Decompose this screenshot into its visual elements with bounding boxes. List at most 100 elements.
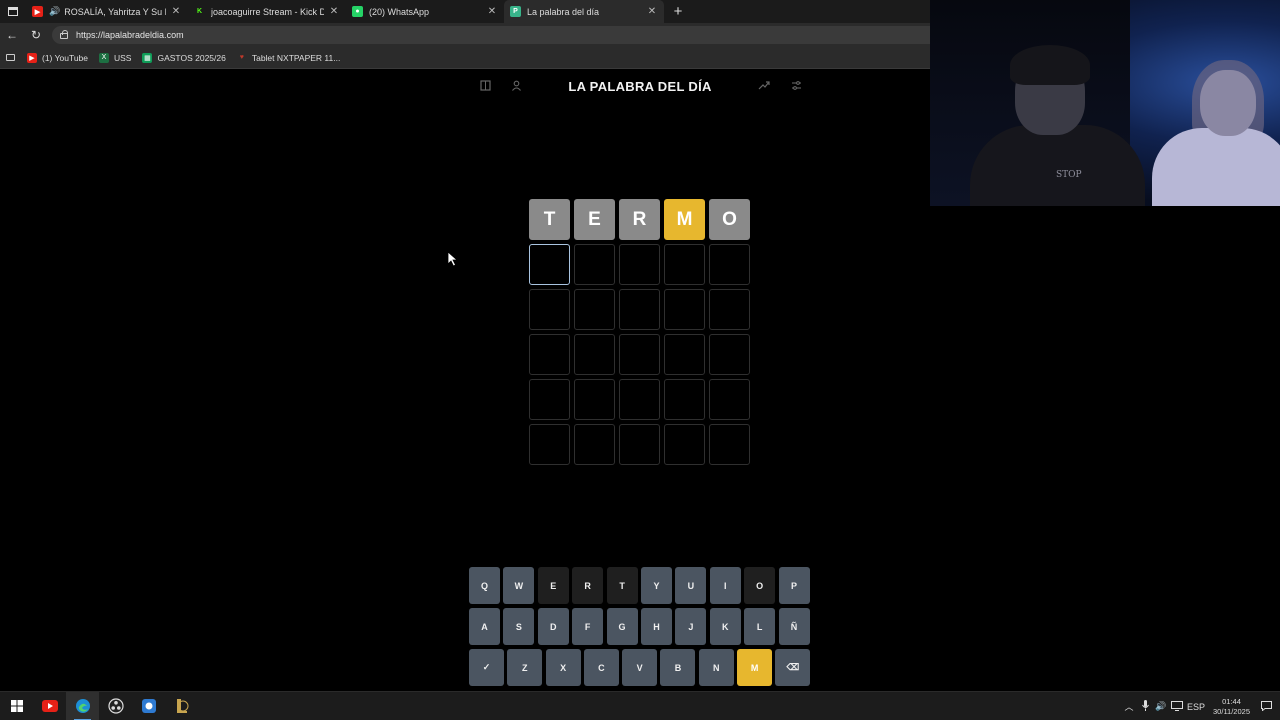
key-q[interactable]: Q (469, 567, 500, 604)
board-tile[interactable] (709, 244, 750, 285)
key-t[interactable]: T (606, 567, 638, 604)
url-field[interactable]: https://lapalabradeldia.com (52, 26, 930, 44)
key-h[interactable]: H (640, 608, 672, 645)
key-r[interactable]: R (572, 567, 604, 604)
webcam-person-left (970, 125, 1145, 206)
board-tile[interactable] (574, 289, 615, 330)
board-tile[interactable] (619, 244, 660, 285)
tab-close-icon[interactable]: ✕ (170, 6, 182, 17)
key-c[interactable]: C (583, 649, 619, 686)
tab-3[interactable]: P La palabra del día ✕ (504, 0, 664, 23)
board-tile[interactable] (574, 379, 615, 420)
board-tile[interactable] (664, 379, 705, 420)
microphone-icon[interactable] (1137, 700, 1153, 713)
webcam-person-right-head (1200, 70, 1256, 136)
key-n[interactable]: N (698, 649, 734, 686)
key-m[interactable]: M (737, 649, 773, 686)
board-tile[interactable] (709, 424, 750, 465)
tab-audio-icon[interactable]: 🔊 (49, 6, 60, 17)
enter-key[interactable]: ✓ (469, 649, 504, 686)
board-tile[interactable] (529, 289, 570, 330)
key-w[interactable]: W (503, 567, 535, 604)
board-tile[interactable] (574, 424, 615, 465)
backspace-key[interactable]: ⌫ (775, 649, 811, 686)
bookmark-1[interactable]: X USS (99, 52, 131, 63)
board-tile[interactable] (619, 379, 660, 420)
start-icon[interactable] (0, 692, 33, 720)
key-a[interactable]: A (469, 608, 500, 645)
edge-taskbar-icon[interactable] (66, 691, 99, 720)
notifications-icon[interactable] (1258, 700, 1274, 713)
key-k[interactable]: K (709, 608, 741, 645)
key-x[interactable]: X (545, 649, 581, 686)
settings-icon[interactable] (789, 80, 803, 94)
key-l[interactable]: L (744, 608, 776, 645)
game-board: TERMO (529, 199, 754, 469)
key-v[interactable]: V (622, 649, 658, 686)
reload-icon[interactable]: ↻ (24, 28, 48, 42)
board-tile[interactable] (664, 334, 705, 375)
window-menu-icon[interactable] (0, 0, 26, 23)
board-tile[interactable] (664, 424, 705, 465)
board-tile[interactable]: M (664, 199, 705, 240)
clock[interactable]: 01:44 30/11/2025 (1213, 697, 1250, 717)
tab-0[interactable]: ▶ 🔊 ROSALÍA, Yahritza Y Su Esen ✕ (26, 0, 188, 23)
board-tile[interactable] (619, 424, 660, 465)
youtube-taskbar-icon[interactable] (33, 692, 66, 720)
stats-icon[interactable] (757, 80, 771, 94)
key-s[interactable]: S (503, 608, 535, 645)
key-g[interactable]: G (606, 608, 638, 645)
bookmark-label: (1) YouTube (42, 52, 88, 63)
board-tile[interactable] (574, 334, 615, 375)
board-tile[interactable] (619, 334, 660, 375)
board-tile[interactable] (709, 334, 750, 375)
board-tile[interactable] (529, 334, 570, 375)
new-tab-icon[interactable]: + (668, 3, 688, 20)
board-row: TERMO (529, 199, 754, 240)
back-icon[interactable]: ← (0, 28, 24, 42)
youtube-icon: ▶ (27, 52, 37, 63)
board-tile[interactable]: T (529, 199, 570, 240)
tab-close-icon[interactable]: ✕ (328, 6, 340, 17)
board-tile[interactable] (619, 289, 660, 330)
board-tile[interactable] (709, 379, 750, 420)
language-indicator[interactable]: ESP (1185, 702, 1207, 712)
key-p[interactable]: P (778, 567, 810, 604)
bookmark-2[interactable]: ▦ GASTOS 2025/26 (142, 52, 226, 63)
key-z[interactable]: Z (507, 649, 543, 686)
volume-icon[interactable]: 🔊 (1153, 701, 1169, 712)
app-taskbar-icon[interactable] (132, 692, 165, 720)
tab-1[interactable]: Kjoacoaguirre Stream - Kick Dashb ✕ (188, 0, 346, 23)
key-j[interactable]: J (675, 608, 707, 645)
board-tile[interactable] (664, 289, 705, 330)
board-tile[interactable]: O (709, 199, 750, 240)
key-d[interactable]: D (537, 608, 569, 645)
board-tile[interactable] (574, 244, 615, 285)
key-b[interactable]: B (660, 649, 696, 686)
key-u[interactable]: U (675, 567, 707, 604)
board-tile[interactable] (664, 244, 705, 285)
tab-close-icon[interactable]: ✕ (646, 6, 658, 17)
board-tile[interactable] (529, 244, 570, 285)
bookmark-0[interactable]: ▶ (1) YouTube (27, 52, 88, 63)
board-tile[interactable] (529, 379, 570, 420)
network-icon[interactable] (1169, 700, 1185, 713)
tab-2[interactable]: ● (20) WhatsApp ✕ (346, 0, 504, 23)
board-tile[interactable] (529, 424, 570, 465)
chevron-up-icon[interactable]: ︿ (1121, 700, 1137, 713)
obs-taskbar-icon[interactable] (99, 692, 132, 720)
board-tile[interactable] (709, 289, 750, 330)
tab-close-icon[interactable]: ✕ (486, 6, 498, 17)
key-ñ[interactable]: Ñ (778, 608, 810, 645)
key-f[interactable]: F (572, 608, 604, 645)
key-y[interactable]: Y (640, 567, 672, 604)
key-e[interactable]: E (537, 567, 569, 604)
sidebar-toggle-icon[interactable] (6, 54, 15, 61)
youtube-icon: ▶ (32, 6, 43, 17)
board-tile[interactable]: R (619, 199, 660, 240)
league-taskbar-icon[interactable] (165, 692, 198, 720)
board-tile[interactable]: E (574, 199, 615, 240)
key-i[interactable]: I (709, 567, 741, 604)
key-o[interactable]: O (744, 567, 776, 604)
bookmark-3[interactable]: ♥ Tablet NXTPAPER 11... (237, 53, 341, 63)
